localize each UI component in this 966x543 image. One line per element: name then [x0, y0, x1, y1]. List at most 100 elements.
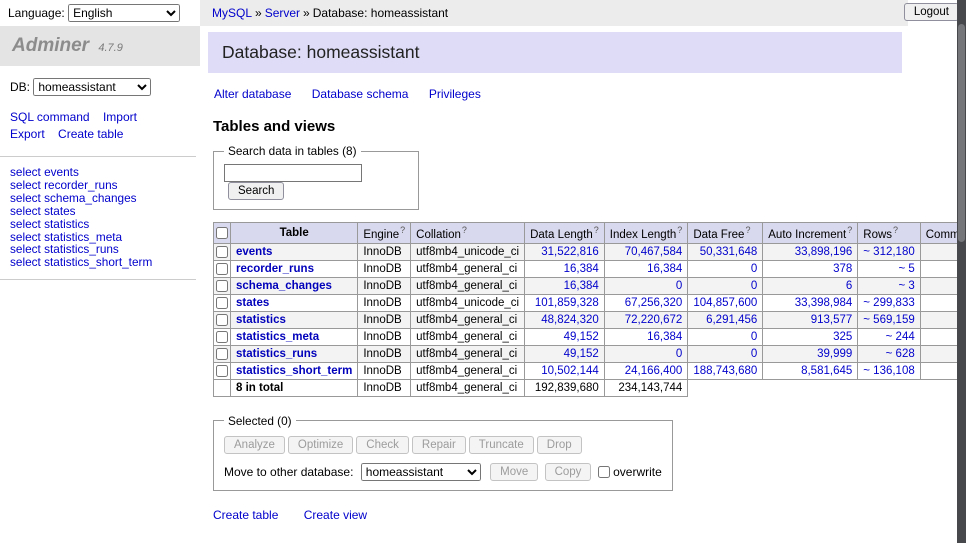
- table-name-cell: recorder_runs: [231, 260, 358, 277]
- table-name-cell: schema_changes: [231, 277, 358, 294]
- row-checkbox[interactable]: [216, 263, 228, 275]
- create-table-link[interactable]: Create table: [58, 127, 123, 141]
- col-collation: Collation?: [411, 223, 525, 244]
- drop-button[interactable]: Drop: [537, 436, 582, 454]
- table-name-cell: statistics: [231, 311, 358, 328]
- rows-count-link[interactable]: ~ 3: [898, 280, 914, 292]
- rows-count-link[interactable]: ~ 5: [898, 263, 914, 275]
- table-name-link[interactable]: statistics_runs: [236, 348, 317, 360]
- analyze-button[interactable]: Analyze: [224, 436, 285, 454]
- auto-increment-cell: 913,577: [763, 311, 858, 328]
- rows-count-link[interactable]: ~ 569,159: [863, 314, 914, 326]
- rows-count-cell: ~ 3: [858, 277, 920, 294]
- breadcrumb-mysql-link[interactable]: MySQL: [212, 6, 252, 20]
- auto-increment-cell: 33,898,196: [763, 243, 858, 260]
- help-link[interactable]: ?: [594, 225, 599, 235]
- sidebar-table-link[interactable]: select statistics: [10, 217, 89, 231]
- row-checkbox[interactable]: [216, 297, 228, 309]
- repair-button[interactable]: Repair: [412, 436, 466, 454]
- help-link[interactable]: ?: [462, 225, 467, 235]
- table-name-link[interactable]: states: [236, 297, 269, 309]
- table-name-cell: states: [231, 294, 358, 311]
- row-checkbox[interactable]: [216, 331, 228, 343]
- auto-increment-cell: 378: [763, 260, 858, 277]
- breadcrumb-server-link[interactable]: Server: [265, 6, 300, 20]
- col-engine: Engine?: [358, 223, 411, 244]
- tables-heading: Tables and views: [213, 118, 966, 135]
- table-name-link[interactable]: statistics_meta: [236, 331, 319, 343]
- table-name-link[interactable]: events: [236, 246, 272, 258]
- row-checkbox[interactable]: [216, 314, 228, 326]
- index-length-cell: 0: [604, 345, 688, 362]
- help-link[interactable]: ?: [677, 225, 682, 235]
- sidebar-table-link[interactable]: select statistics_runs: [10, 242, 119, 256]
- help-link[interactable]: ?: [893, 225, 898, 235]
- search-fieldset: Search data in tables (8) Search: [213, 144, 419, 210]
- table-name-link[interactable]: statistics_short_term: [236, 365, 352, 377]
- row-checkbox[interactable]: [216, 348, 228, 360]
- rows-count-cell: ~ 312,180: [858, 243, 920, 260]
- sidebar-table-link[interactable]: select events: [10, 165, 79, 179]
- help-link[interactable]: ?: [745, 225, 750, 235]
- table-name-link[interactable]: recorder_runs: [236, 263, 314, 275]
- table-name-link[interactable]: schema_changes: [236, 280, 332, 292]
- create-links: Create table Create view: [213, 508, 966, 522]
- collation-cell: utf8mb4_general_ci: [411, 345, 525, 362]
- row-checkbox[interactable]: [216, 246, 228, 258]
- alter-database-link[interactable]: Alter database: [214, 87, 291, 101]
- logout-button[interactable]: Logout: [904, 3, 959, 21]
- import-link[interactable]: Import: [103, 110, 137, 124]
- row-checkbox-cell: [214, 328, 231, 345]
- vertical-scrollbar[interactable]: [957, 0, 966, 543]
- auto-increment-cell: 39,999: [763, 345, 858, 362]
- language-select[interactable]: English: [68, 4, 180, 22]
- rows-count-link[interactable]: ~ 312,180: [863, 246, 914, 258]
- export-link[interactable]: Export: [10, 127, 45, 141]
- col-data-free: Data Free?: [688, 223, 763, 244]
- table-row: eventsInnoDButf8mb4_unicode_ci31,522,816…: [214, 243, 966, 260]
- scrollbar-thumb[interactable]: [958, 24, 965, 242]
- move-button[interactable]: Move: [490, 463, 538, 481]
- check-button[interactable]: Check: [356, 436, 409, 454]
- sidebar-table-link[interactable]: select states: [10, 204, 76, 218]
- help-link[interactable]: ?: [400, 225, 405, 235]
- create-table-link-main[interactable]: Create table: [213, 508, 278, 522]
- rows-count-link[interactable]: ~ 628: [886, 348, 915, 360]
- collation-cell: utf8mb4_general_ci: [411, 328, 525, 345]
- sidebar-table-link[interactable]: select statistics_meta: [10, 230, 122, 244]
- table-row: statistics_runsInnoDButf8mb4_general_ci4…: [214, 345, 966, 362]
- table-name-link[interactable]: statistics: [236, 314, 286, 326]
- overwrite-checkbox[interactable]: [598, 466, 610, 478]
- select-all-checkbox[interactable]: [216, 227, 228, 239]
- rows-count-cell: ~ 244: [858, 328, 920, 345]
- sidebar-table-link[interactable]: select statistics_short_term: [10, 255, 152, 269]
- selected-fieldset: Selected (0) AnalyzeOptimizeCheckRepairT…: [213, 414, 673, 491]
- create-view-link[interactable]: Create view: [304, 508, 367, 522]
- search-input[interactable]: [224, 164, 362, 182]
- optimize-button[interactable]: Optimize: [288, 436, 353, 454]
- table-name-cell: statistics_short_term: [231, 362, 358, 379]
- data-length-cell: 16,384: [525, 277, 605, 294]
- rows-count-link[interactable]: ~ 244: [886, 331, 915, 343]
- row-checkbox[interactable]: [216, 365, 228, 377]
- rows-count-link[interactable]: ~ 136,108: [863, 365, 914, 377]
- tables-grid: Table Engine? Collation? Data Length? In…: [213, 222, 966, 397]
- row-checkbox[interactable]: [216, 280, 228, 292]
- help-link[interactable]: ?: [847, 225, 852, 235]
- copy-button[interactable]: Copy: [545, 463, 592, 481]
- sql-command-link[interactable]: SQL command: [10, 110, 90, 124]
- sidebar-table-link[interactable]: select schema_changes: [10, 191, 137, 205]
- rows-count-link[interactable]: ~ 299,833: [863, 297, 914, 309]
- db-select[interactable]: homeassistant: [33, 78, 151, 96]
- search-button[interactable]: Search: [228, 182, 284, 200]
- collation-cell: utf8mb4_general_ci: [411, 362, 525, 379]
- move-db-select[interactable]: homeassistant: [361, 463, 481, 481]
- database-schema-link[interactable]: Database schema: [312, 87, 409, 101]
- privileges-link[interactable]: Privileges: [429, 87, 481, 101]
- auto-increment-cell: 33,398,984: [763, 294, 858, 311]
- table-row: statistics_short_termInnoDButf8mb4_gener…: [214, 362, 966, 379]
- sidebar-table-item: select statistics_short_term: [10, 256, 186, 269]
- sidebar-table-link[interactable]: select recorder_runs: [10, 178, 118, 192]
- truncate-button[interactable]: Truncate: [469, 436, 534, 454]
- language-label: Language:: [8, 6, 65, 20]
